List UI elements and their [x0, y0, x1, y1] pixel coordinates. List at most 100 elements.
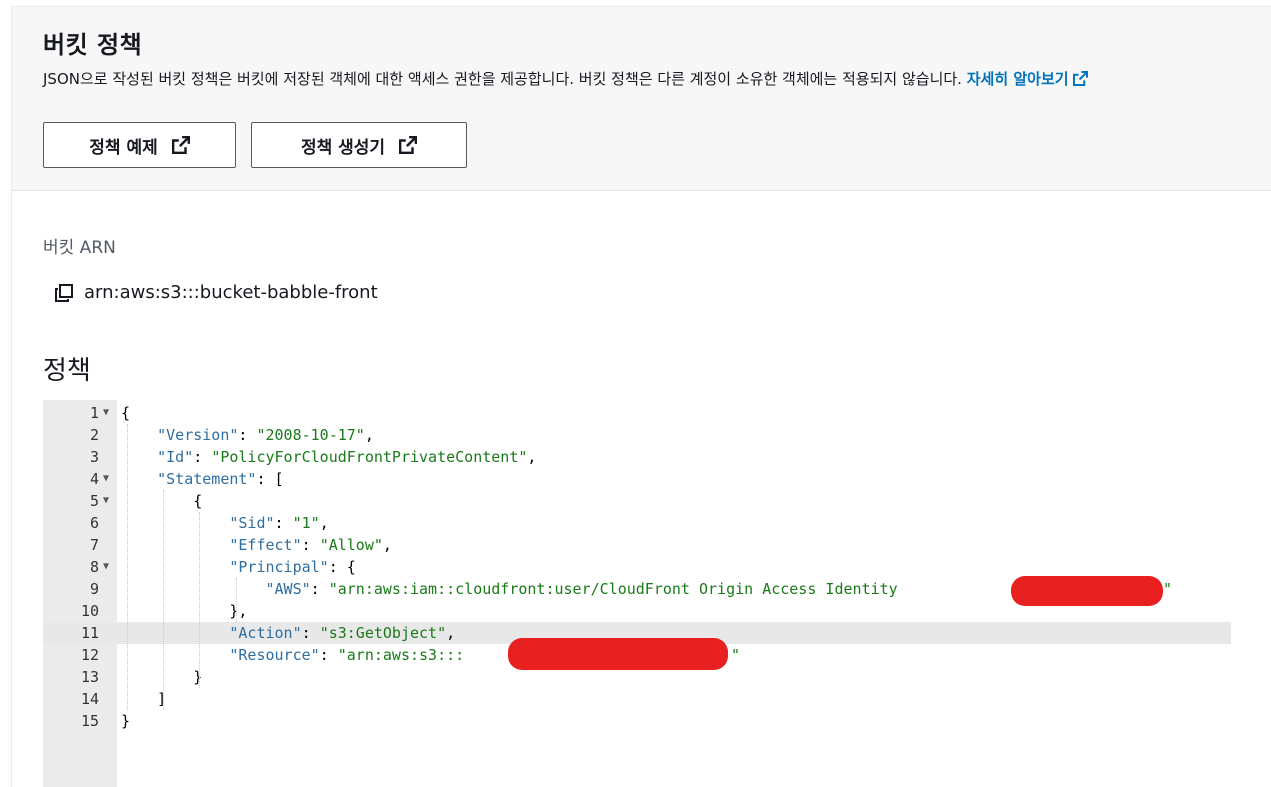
json-punctuation: : — [238, 426, 257, 444]
json-punctuation: : { — [328, 558, 356, 576]
code-line[interactable]: 5 ▼ { — [43, 490, 1231, 512]
policy-generator-button[interactable]: 정책 생성기 — [251, 122, 467, 168]
policy-description: JSON으로 작성된 버킷 정책은 버킷에 저장된 객체에 대한 액세스 권한을… — [43, 67, 1233, 91]
line-number: 6 — [89, 514, 99, 532]
fold-toggle-icon[interactable]: ▼ — [103, 490, 109, 512]
description-text: JSON으로 작성된 버킷 정책은 버킷에 저장된 객체에 대한 액세스 권한을… — [43, 70, 962, 88]
indent-guide — [127, 424, 128, 710]
code-line[interactable]: 6 "Sid": "1", — [43, 512, 1231, 534]
json-punctuation: : — [319, 646, 338, 664]
learn-more-link[interactable]: 자세히 알아보기 — [967, 70, 1088, 88]
json-punctuation: , — [364, 426, 374, 444]
external-link-icon — [399, 136, 418, 154]
fold-toggle-icon[interactable]: ▼ — [103, 468, 109, 490]
json-punctuation: , — [446, 624, 456, 642]
json-punctuation: " — [1163, 580, 1173, 598]
line-number: 14 — [80, 690, 99, 708]
line-number: 13 — [80, 668, 99, 686]
code-line[interactable]: 4 ▼ "Statement": [ — [43, 468, 1231, 490]
json-punctuation: , — [527, 448, 537, 466]
json-punctuation — [121, 536, 229, 554]
json-key: "AWS" — [265, 580, 311, 598]
json-punctuation — [121, 624, 229, 642]
json-punctuation — [121, 580, 266, 598]
indent-guide — [235, 578, 237, 622]
json-value: "arn:aws:s3::: — [337, 646, 465, 664]
json-punctuation: } — [121, 712, 131, 730]
json-punctuation — [121, 646, 229, 664]
line-number: 5 — [89, 492, 99, 510]
code-line[interactable]: 3 "Id": "PolicyForCloudFrontPrivateConte… — [43, 446, 1231, 468]
code-line[interactable]: 2 "Version": "2008-10-17", — [43, 424, 1231, 446]
code-text: "AWS": "arn:aws:iam::cloudfront:user/Clo… — [121, 578, 898, 600]
bucket-arn-label: 버킷 ARN — [43, 238, 116, 258]
bucket-arn-row: arn:aws:s3:::bucket-babble-front — [54, 282, 378, 303]
code-text: } — [121, 666, 202, 688]
line-number: 15 — [80, 712, 99, 730]
json-punctuation: : — [310, 580, 329, 598]
line-number: 4 — [89, 470, 99, 488]
code-text: }, — [121, 600, 247, 622]
bucket-arn-value: arn:aws:s3:::bucket-babble-front — [84, 282, 378, 303]
line-number: 1 — [89, 404, 99, 422]
json-punctuation: }, — [121, 602, 248, 620]
json-punctuation: : — [301, 536, 320, 554]
json-key: "Effect" — [229, 536, 302, 554]
json-key: "Id" — [157, 448, 194, 466]
json-punctuation — [121, 514, 229, 532]
json-punctuation: , — [319, 514, 329, 532]
json-key: "Sid" — [229, 514, 275, 532]
indent-guide — [199, 512, 201, 688]
line-number: 9 — [89, 580, 99, 598]
json-key: "Action" — [229, 624, 302, 642]
line-number: 10 — [80, 602, 99, 620]
code-text: "Id": "PolicyForCloudFrontPrivateContent… — [121, 446, 536, 468]
line-number: 2 — [89, 426, 99, 444]
code-text: "Statement": [ — [121, 468, 284, 490]
code-line[interactable]: 14 ] — [43, 688, 1231, 710]
code-text: "Principal": { — [121, 556, 356, 578]
redaction-mark — [508, 638, 728, 670]
code-line[interactable]: 8 ▼ "Principal": { — [43, 556, 1231, 578]
policy-examples-button[interactable]: 정책 예제 — [43, 122, 236, 168]
json-value: "PolicyForCloudFrontPrivateContent" — [211, 448, 528, 466]
external-link-icon — [171, 136, 190, 154]
code-line[interactable]: 7 "Effect": "Allow", — [43, 534, 1231, 556]
json-punctuation: , — [382, 536, 392, 554]
copy-icon[interactable] — [54, 283, 74, 303]
learn-more-label: 자세히 알아보기 — [966, 70, 1069, 88]
json-punctuation — [121, 558, 229, 576]
page-title: 버킷 정책 — [43, 31, 143, 59]
json-key: "Statement" — [157, 470, 257, 488]
fold-toggle-icon[interactable]: ▼ — [103, 402, 109, 424]
line-number: 8 — [89, 558, 99, 576]
line-number: 7 — [89, 536, 99, 554]
code-text: "Effect": "Allow", — [121, 534, 392, 556]
code-line[interactable]: 1 ▼ { — [43, 402, 1231, 424]
line-number: 12 — [80, 646, 99, 664]
policy-examples-label: 정책 예제 — [89, 137, 158, 158]
json-punctuation: : — [274, 514, 293, 532]
code-text: "Sid": "1", — [121, 512, 329, 534]
fold-toggle-icon[interactable]: ▼ — [103, 556, 109, 578]
policy-header: 버킷 정책 JSON으로 작성된 버킷 정책은 버킷에 저장된 객체에 대한 액… — [12, 7, 1271, 191]
external-link-icon — [1072, 71, 1088, 86]
json-value: "arn:aws:iam::cloudfront:user/CloudFront… — [328, 580, 898, 598]
policy-section-title: 정책 — [43, 356, 91, 386]
code-text: "Resource": "arn:aws:s3::: — [121, 644, 464, 666]
code-text: } — [121, 710, 130, 732]
indent-guide — [163, 490, 165, 710]
code-text: "Version": "2008-10-17", — [121, 424, 374, 446]
policy-generator-label: 정책 생성기 — [300, 137, 386, 158]
json-punctuation: } — [121, 668, 203, 686]
line-number: 3 — [89, 448, 99, 466]
json-punctuation: : — [301, 624, 320, 642]
policy-code-editor[interactable]: 1 ▼{2 "Version": "2008-10-17", 3 "Id": "Po… — [43, 400, 1231, 787]
code-line[interactable]: 15} — [43, 710, 1231, 732]
json-value: "Allow" — [319, 536, 383, 554]
code-text: { — [121, 490, 202, 512]
code-text: "Action": "s3:GetObject", — [121, 622, 455, 644]
code-text: { — [121, 402, 130, 424]
json-value: "1" — [292, 514, 320, 532]
json-punctuation: : [ — [256, 470, 284, 488]
